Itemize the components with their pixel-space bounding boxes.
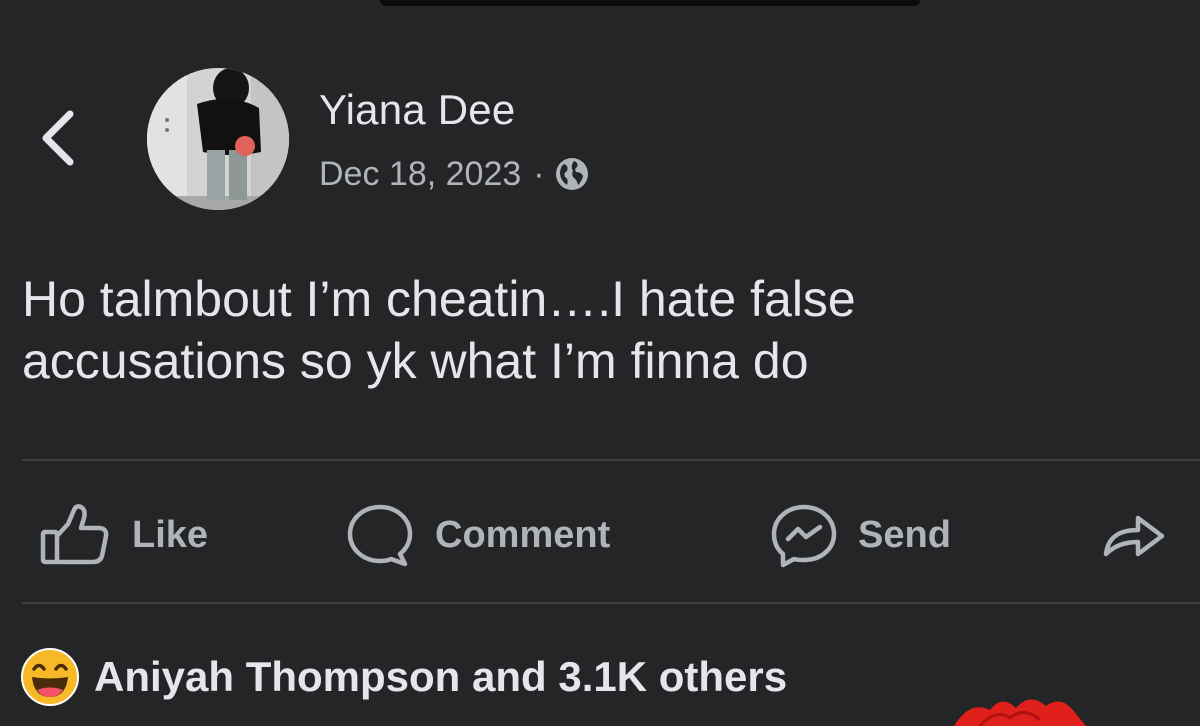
like-label: Like (132, 513, 209, 556)
avatar[interactable] (147, 68, 289, 210)
laughing-face-icon (21, 648, 79, 706)
meta-separator: · (533, 154, 545, 193)
post-date[interactable]: Dec 18, 2023 (319, 155, 521, 194)
thumbs-up-icon (40, 504, 109, 565)
comment-button[interactable]: Comment (343, 500, 610, 570)
messenger-icon (771, 504, 837, 568)
chevron-left-icon (42, 110, 74, 166)
like-button[interactable]: Like (38, 500, 208, 570)
comment-bubble-icon (347, 504, 413, 567)
divider (22, 602, 1200, 604)
red-scribble-mark (954, 699, 1086, 726)
screen-top-edge (380, 0, 920, 6)
globe-icon[interactable] (555, 157, 589, 191)
send-label: Send (858, 513, 951, 556)
reactions-summary[interactable]: Aniyah Thompson and 3.1K others (20, 644, 787, 710)
profile-photo (147, 68, 289, 210)
send-button[interactable]: Send (768, 500, 951, 570)
share-button[interactable] (1098, 500, 1174, 570)
divider (22, 459, 1200, 461)
back-button[interactable] (34, 108, 84, 168)
post-meta: Dec 18, 2023 · (319, 152, 589, 196)
author-name[interactable]: Yiana Dee (319, 86, 515, 134)
comment-label: Comment (435, 513, 611, 556)
share-arrow-icon (1103, 515, 1165, 557)
reactions-text: Aniyah Thompson and 3.1K others (94, 653, 788, 700)
post-text: Ho talmbout I’m cheatin….I hate false ac… (22, 271, 856, 389)
